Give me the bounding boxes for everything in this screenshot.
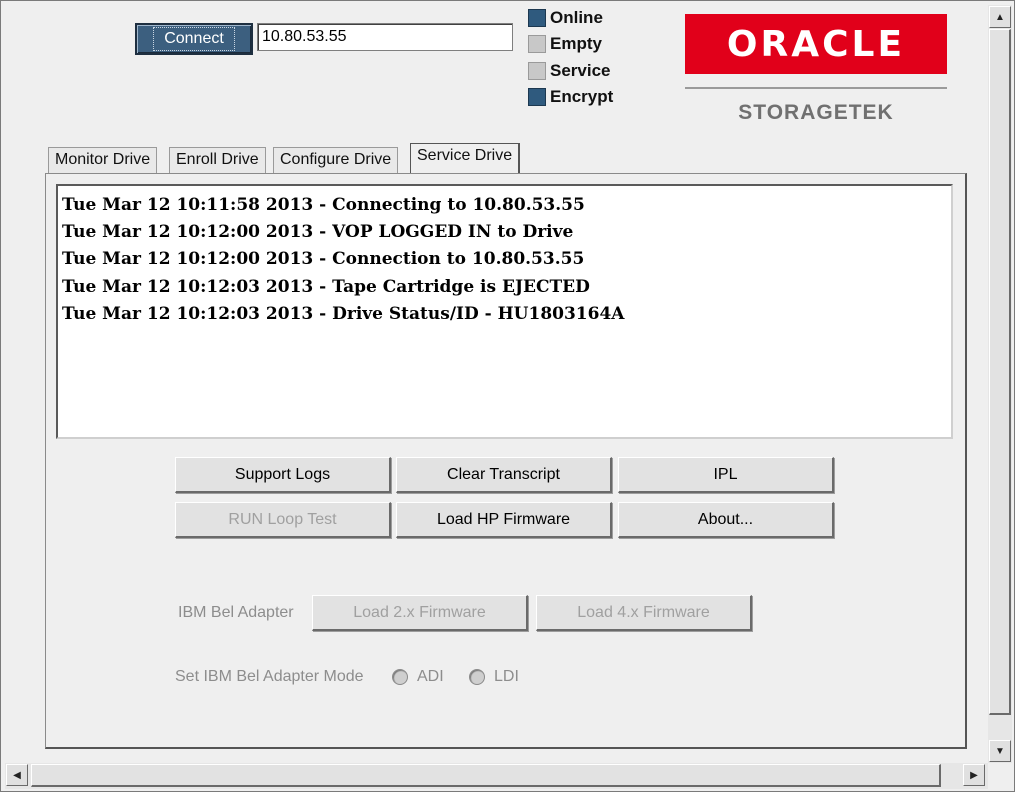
brand-divider <box>685 87 947 89</box>
load-2x-firmware-button[interactable]: Load 2.x Firmware <box>312 595 528 631</box>
application-window: Connect 10.80.53.55 Online Empty Service… <box>0 0 1015 792</box>
scroll-right-arrow-icon[interactable]: ▶ <box>963 764 985 786</box>
status-online-indicator <box>528 9 546 27</box>
storagetek-label: STORAGETEK <box>738 101 894 124</box>
scroll-up-arrow-icon[interactable]: ▲ <box>989 6 1011 28</box>
horizontal-scroll-thumb[interactable] <box>31 764 941 787</box>
ldi-radio[interactable] <box>469 669 485 685</box>
load-hp-firmware-button[interactable]: Load HP Firmware <box>396 502 612 538</box>
ibm-adapter-label: IBM Bel Adapter <box>178 604 294 621</box>
ipl-button[interactable]: IPL <box>618 457 834 493</box>
adi-radio[interactable] <box>392 669 408 685</box>
connect-button[interactable]: Connect <box>135 23 253 55</box>
host-address-input[interactable]: 10.80.53.55 <box>257 23 513 51</box>
support-logs-button[interactable]: Support Logs <box>175 457 391 493</box>
ldi-radio-label: LDI <box>494 668 519 685</box>
tab-enroll-drive[interactable]: Enroll Drive <box>169 147 266 173</box>
about-button[interactable]: About... <box>618 502 834 538</box>
status-service-label: Service <box>550 61 611 80</box>
transcript-line: Tue Mar 12 10:12:00 2013 - Connection to… <box>62 249 585 270</box>
status-online: Online <box>528 8 603 28</box>
connect-button-label: Connect <box>153 27 235 51</box>
status-empty: Empty <box>528 34 602 54</box>
vertical-scrollbar[interactable]: ▲ ▼ <box>988 5 1012 763</box>
status-online-label: Online <box>550 8 603 27</box>
clear-transcript-button[interactable]: Clear Transcript <box>396 457 612 493</box>
transcript-line: Tue Mar 12 10:12:03 2013 - Tape Cartridg… <box>62 276 590 297</box>
run-loop-test-button[interactable]: RUN Loop Test <box>175 502 391 538</box>
transcript-area[interactable]: Tue Mar 12 10:11:58 2013 - Connecting to… <box>56 184 953 439</box>
status-encrypt-label: Encrypt <box>550 87 614 106</box>
tab-configure-drive[interactable]: Configure Drive <box>273 147 399 173</box>
status-encrypt: Encrypt <box>528 87 613 107</box>
oracle-logo-text: ORACLE <box>726 23 906 65</box>
scroll-down-arrow-icon[interactable]: ▼ <box>989 740 1011 762</box>
scroll-left-arrow-icon[interactable]: ◀ <box>6 764 28 786</box>
transcript-line: Tue Mar 12 10:11:58 2013 - Connecting to… <box>62 195 585 215</box>
load-4x-firmware-button[interactable]: Load 4.x Firmware <box>536 595 752 631</box>
oracle-logo: ORACLE <box>685 14 947 74</box>
vertical-scroll-thumb[interactable] <box>989 29 1011 715</box>
transcript-line: Tue Mar 12 10:12:03 2013 - Drive Status/… <box>62 303 625 324</box>
adi-radio-label: ADI <box>417 668 444 685</box>
tab-service-drive[interactable]: Service Drive <box>410 143 521 174</box>
status-service: Service <box>528 61 611 81</box>
adapter-mode-label: Set IBM Bel Adapter Mode <box>175 668 364 685</box>
transcript-line: Tue Mar 12 10:12:00 2013 - VOP LOGGED IN… <box>62 222 574 243</box>
horizontal-scrollbar[interactable]: ◀ ▶ <box>5 763 988 789</box>
status-service-indicator <box>528 62 546 80</box>
status-empty-indicator <box>528 35 546 53</box>
tab-monitor-drive[interactable]: Monitor Drive <box>48 147 158 173</box>
status-empty-label: Empty <box>550 34 602 53</box>
status-encrypt-indicator <box>528 88 546 106</box>
